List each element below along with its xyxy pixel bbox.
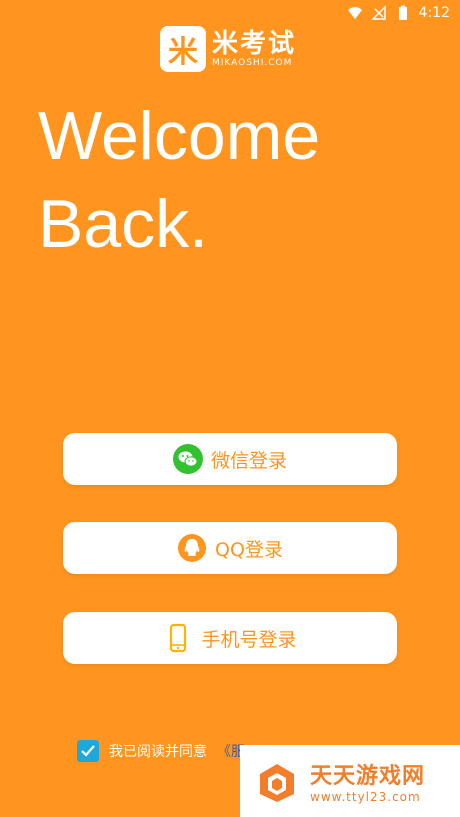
- agreement-checkbox[interactable]: [77, 740, 99, 762]
- agreement-row: 我已阅读并同意 《服: [77, 740, 245, 762]
- qq-icon: [178, 534, 207, 562]
- phone-icon: [170, 623, 187, 653]
- wifi-icon: [347, 7, 362, 19]
- wechat-login-label: 微信登录: [210, 449, 287, 472]
- welcome-line-2: Back.: [38, 186, 209, 262]
- wechat-icon: [172, 444, 203, 474]
- welcome-line-1: Welcome: [38, 98, 321, 174]
- qq-login-button[interactable]: QQ登录: [63, 522, 397, 574]
- watermark: 天天游戏网 www.ttyl23.com: [240, 745, 460, 817]
- welcome-heading: Welcome Back.: [38, 92, 320, 268]
- watermark-logo-icon: [260, 764, 294, 802]
- checkmark-icon: [81, 745, 95, 757]
- watermark-url: www.ttyl23.com: [310, 790, 421, 804]
- logo-mark: 米: [160, 26, 206, 72]
- qq-login-label: QQ登录: [215, 538, 283, 561]
- agreement-text: 我已阅读并同意: [109, 744, 207, 760]
- logo-name: 米考试: [212, 29, 297, 59]
- phone-login-button[interactable]: 手机号登录: [63, 612, 397, 664]
- watermark-title: 天天游戏网: [310, 764, 426, 789]
- status-time: 4:12: [418, 5, 450, 21]
- logo-subtitle: MIKAOSHI.COM: [212, 58, 293, 68]
- battery-icon: [398, 5, 407, 20]
- signal-icon: [370, 5, 386, 20]
- wechat-login-button[interactable]: 微信登录: [63, 433, 397, 485]
- app-logo: 米 米考试 MIKAOSHI.COM: [160, 26, 296, 72]
- status-bar: 4:12: [0, 0, 460, 26]
- phone-login-label: 手机号登录: [201, 628, 297, 651]
